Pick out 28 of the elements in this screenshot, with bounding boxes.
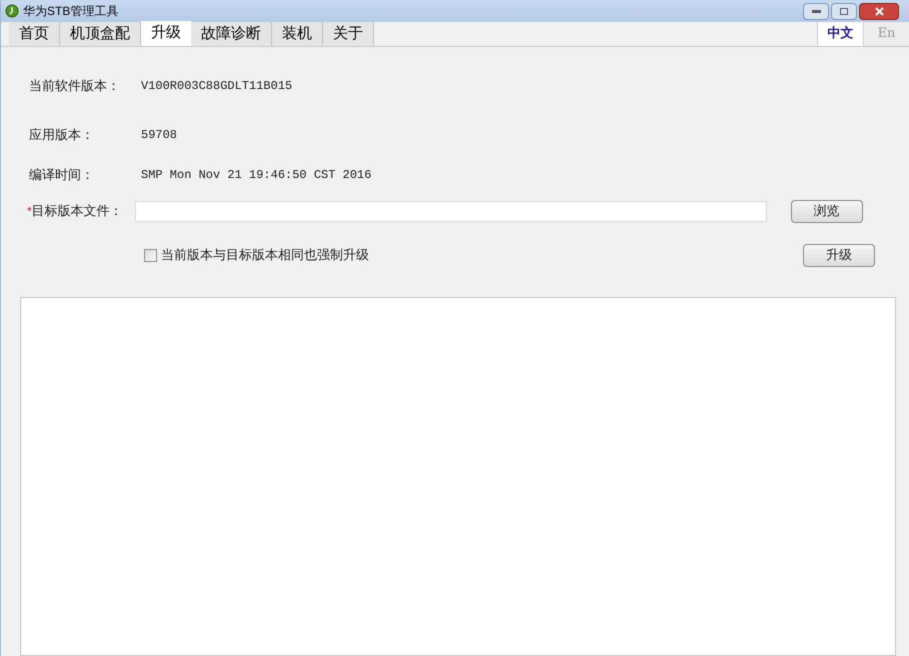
info-label: 应用版本：	[28, 126, 95, 144]
tab[interactable]: 首页	[9, 22, 60, 46]
force-upgrade-checkbox[interactable]	[144, 248, 157, 262]
info-value: SMP Mon Nov 21 19:46:50 CST 2016	[141, 167, 372, 184]
tab[interactable]: 装机	[272, 22, 323, 46]
target-file-field[interactable]	[134, 200, 767, 222]
minimize-button[interactable]	[803, 2, 829, 20]
target-file-label: 目标版本文件：	[32, 202, 124, 220]
browse-button[interactable]: 浏览	[790, 200, 863, 222]
close-icon	[874, 6, 884, 16]
maximize-button[interactable]	[831, 2, 857, 20]
force-upgrade-label: 当前版本与目标版本相同也强制升级	[161, 246, 369, 264]
close-button[interactable]	[859, 2, 899, 20]
tab[interactable]: 升级	[141, 21, 191, 46]
info-label: 编译时间：	[28, 166, 95, 184]
info-value: 59708	[141, 127, 178, 144]
info-value: V100R003C88GDLT11B015	[141, 78, 292, 95]
language-tab[interactable]: 中文	[817, 22, 863, 46]
tab[interactable]: 关于	[323, 22, 374, 46]
window-title: 华为STB管理工具	[23, 3, 118, 20]
app-logo-icon	[5, 4, 19, 18]
minimize-icon	[812, 10, 820, 12]
required-mark: *	[26, 203, 32, 220]
info-label: 当前软件版本：	[28, 77, 121, 96]
maximize-icon	[840, 8, 848, 14]
tab[interactable]: 故障诊断	[191, 22, 272, 46]
upgrade-button[interactable]: 升级	[803, 244, 875, 266]
tab[interactable]: 机顶盒配	[60, 22, 141, 46]
